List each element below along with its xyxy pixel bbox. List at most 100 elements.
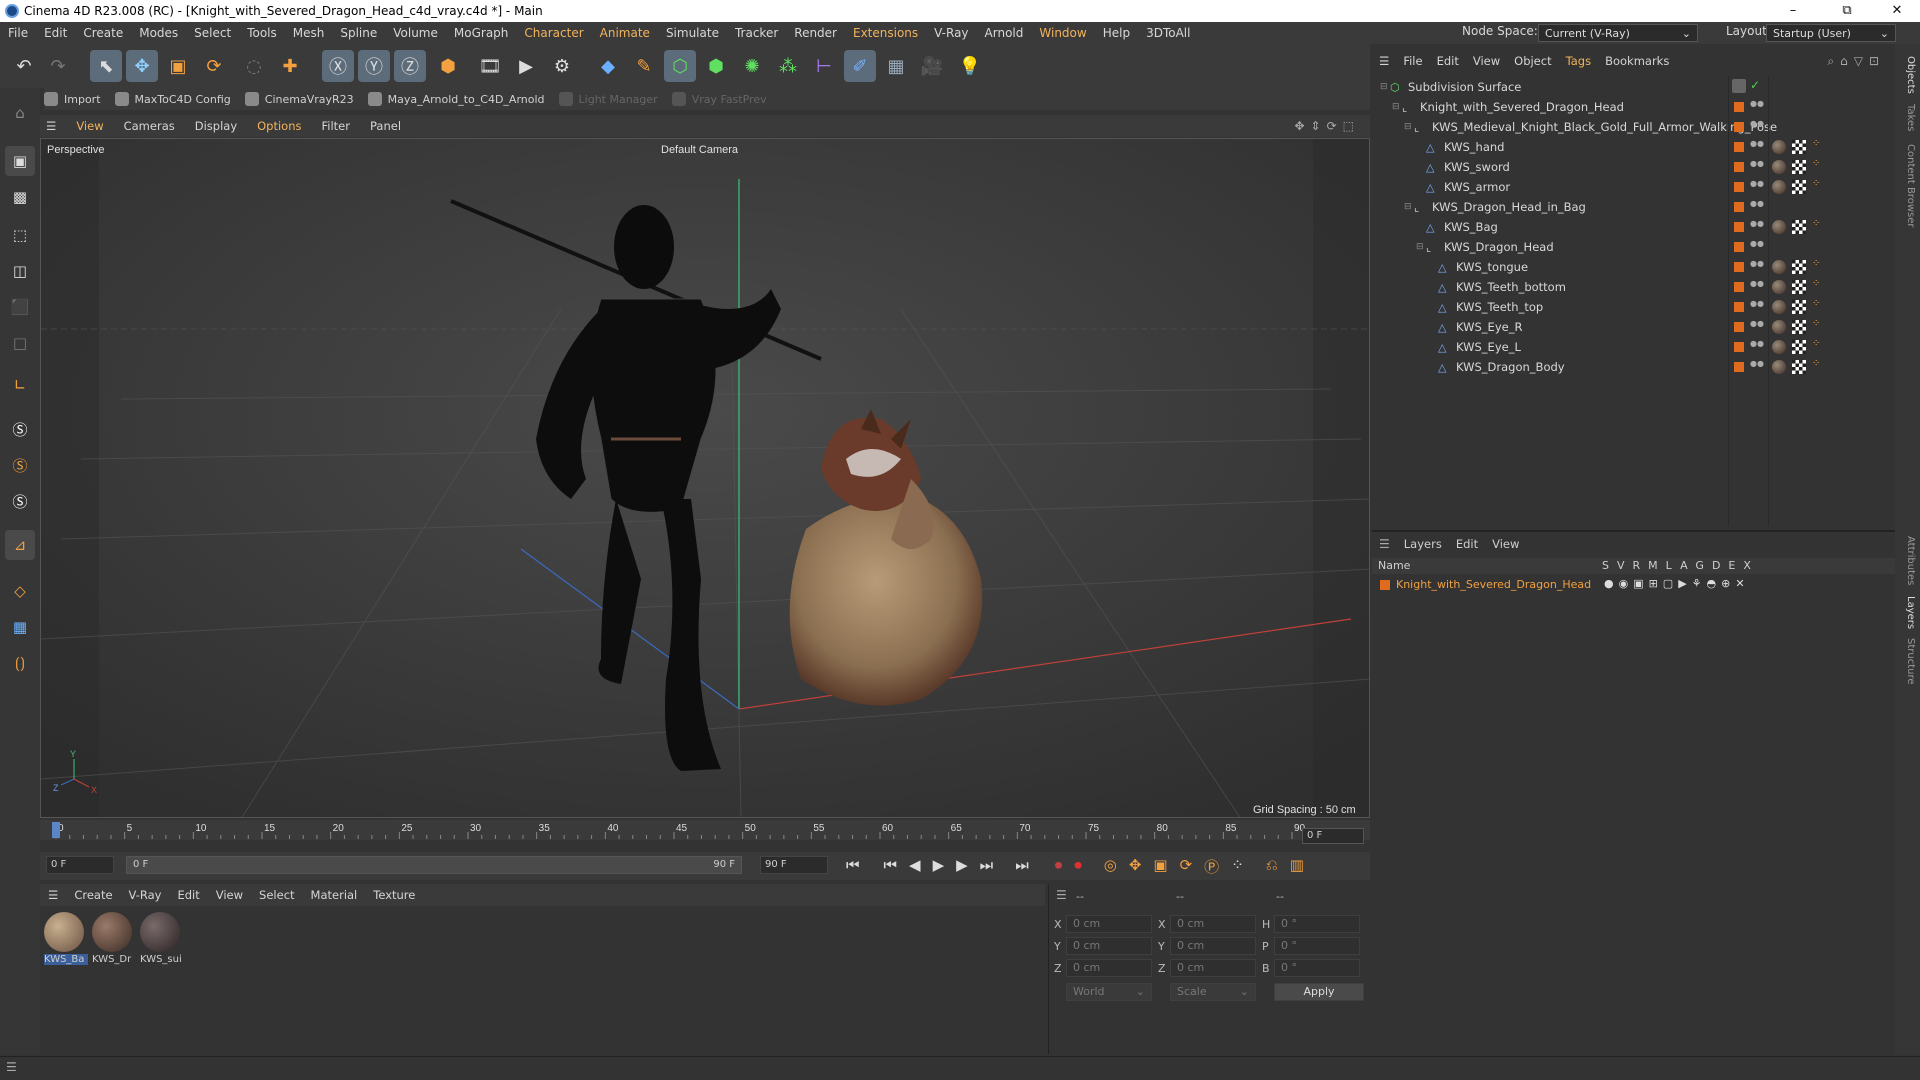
mat-menu-select[interactable]: Select	[251, 888, 302, 902]
viewport-nav-icons[interactable]: ✥⇕⟳⬚	[1294, 119, 1360, 133]
obj-menu-tags[interactable]: Tags	[1559, 54, 1598, 68]
layer-flag-header[interactable]: V	[1617, 559, 1633, 572]
z-axis-lock-icon[interactable]: Ⓩ	[394, 50, 426, 82]
texture-tag-icon[interactable]	[1792, 280, 1806, 294]
points-mode-icon[interactable]: ⬚	[5, 220, 35, 250]
restore-button[interactable]: ⧉	[1824, 0, 1870, 22]
3d-viewport[interactable]: Perspective Default Camera Grid Spacing …	[40, 138, 1370, 818]
mat-menu-create[interactable]: Create	[66, 888, 120, 902]
phong-tag-icon[interactable]: ⁘	[1812, 178, 1820, 189]
layer-color-swatch[interactable]	[1734, 342, 1744, 352]
redo-icon[interactable]: ↷	[42, 50, 74, 82]
rotation-p-field[interactable]: 0 °	[1274, 937, 1360, 955]
menu-3dtoall[interactable]: 3DToAll	[1138, 26, 1198, 40]
obj-menu-view[interactable]: View	[1466, 54, 1507, 68]
workplane-icon[interactable]: ◇	[5, 576, 35, 606]
vp-menu-options[interactable]: Options	[247, 119, 311, 133]
import-plugin[interactable]: Import	[44, 92, 101, 106]
go-to-start-icon[interactable]: ⏮	[846, 856, 860, 876]
vray-fastprev-plugin[interactable]: Vray FastPrev	[671, 92, 767, 106]
tab-objects[interactable]: Objects	[1898, 56, 1916, 94]
layer-menu-view[interactable]: View	[1485, 537, 1526, 551]
menu-select[interactable]: Select	[186, 26, 239, 40]
menu-mesh[interactable]: Mesh	[285, 26, 333, 40]
layer-flag-header[interactable]: M	[1648, 559, 1666, 572]
size-mode-dropdown[interactable]: Scale ⌄	[1170, 983, 1256, 1001]
layer-flag-header[interactable]: L	[1666, 559, 1680, 572]
edges-mode-icon[interactable]: ◫	[5, 256, 35, 286]
key-position-icon[interactable]: ✥	[1129, 856, 1142, 876]
menu-render[interactable]: Render	[786, 26, 845, 40]
hamburger-icon[interactable]: ☰	[1372, 537, 1397, 551]
deformer-icon[interactable]: ⁂	[772, 50, 804, 82]
start-frame-field[interactable]: 0 F	[46, 856, 114, 874]
menu-window[interactable]: Window	[1031, 26, 1094, 40]
select-tool-icon[interactable]: ⬉	[90, 50, 122, 82]
check-icon[interactable]: ✓	[1750, 78, 1760, 92]
layer-flag-header[interactable]: X	[1743, 559, 1759, 572]
solo-off-icon[interactable]: Ⓢ	[5, 486, 35, 516]
uv-mode-icon[interactable]: □	[5, 328, 35, 358]
keyframe-selection-icon[interactable]: ◎	[1104, 856, 1117, 876]
layer-flag-header[interactable]: R	[1633, 559, 1649, 572]
menu-simulate[interactable]: Simulate	[658, 26, 727, 40]
layer-color-swatch[interactable]	[1734, 282, 1744, 292]
material-tag-icon[interactable]	[1772, 220, 1786, 234]
layer-color-swatch[interactable]	[1734, 362, 1744, 372]
mat-menu-vray[interactable]: V-Ray	[121, 888, 170, 902]
create-object-icon[interactable]: ✚	[274, 50, 306, 82]
menu-arnold[interactable]: Arnold	[977, 26, 1032, 40]
size-x-field[interactable]: 0 cm	[1170, 915, 1256, 933]
tab-attributes[interactable]: Attributes	[1898, 536, 1916, 585]
current-frame-field[interactable]: 0 F	[1302, 828, 1364, 844]
key-scale-icon[interactable]: ▣	[1153, 856, 1167, 876]
live-select-icon[interactable]: ◌	[238, 50, 270, 82]
layer-menu-edit[interactable]: Edit	[1449, 537, 1485, 551]
layer-color-swatch[interactable]	[1734, 142, 1744, 152]
frame-range-slider[interactable]: 0 F 90 F	[126, 856, 742, 874]
light-manager-plugin[interactable]: Light Manager	[558, 92, 658, 106]
object-row[interactable]: ⊟ ⬡ Subdivision Surface	[1372, 77, 1872, 97]
material-swatch[interactable]: KWS_Ba	[44, 912, 88, 970]
visibility-dots-icon[interactable]: ●●	[1750, 180, 1764, 194]
timeline-ruler[interactable]: 0 5 10 15 20 25 30 35 40 45 50 55 60 65 70 75 80 85 90	[40, 820, 1370, 840]
material-tag-icon[interactable]	[1772, 180, 1786, 194]
visibility-dots-icon[interactable]: ●●	[1750, 120, 1764, 134]
rotation-b-field[interactable]: 0 °	[1274, 959, 1360, 977]
render-view-icon[interactable]: ▶	[510, 50, 542, 82]
visibility-dots-icon[interactable]: ●●	[1750, 320, 1764, 334]
hamburger-icon[interactable]: ☰	[1056, 888, 1067, 902]
maxtoc4d-plugin[interactable]: MaxToC4D Config	[114, 92, 231, 106]
texture-tag-icon[interactable]	[1792, 260, 1806, 274]
axis-mode-icon[interactable]: ∟	[5, 370, 35, 400]
layer-color-swatch[interactable]	[1734, 262, 1744, 272]
timeline-window-icon[interactable]: ▥	[1290, 856, 1304, 876]
layer-color-swatch[interactable]	[1734, 122, 1744, 132]
scale-tool-icon[interactable]: ▣	[162, 50, 194, 82]
undo-icon[interactable]: ↶	[8, 50, 40, 82]
menu-mograph[interactable]: MoGraph	[446, 26, 517, 40]
phong-tag-icon[interactable]: ⁘	[1812, 298, 1820, 309]
minimize-button[interactable]: –	[1770, 0, 1816, 22]
menu-edit[interactable]: Edit	[36, 26, 75, 40]
close-button[interactable]: ✕	[1874, 0, 1920, 22]
vp-menu-panel[interactable]: Panel	[360, 119, 411, 133]
menu-tools[interactable]: Tools	[239, 26, 285, 40]
texture-tag-icon[interactable]	[1792, 300, 1806, 314]
expand-toggle-icon[interactable]: ⊟	[1392, 102, 1402, 112]
object-manager-tools-icons[interactable]: ⌕⌂▽⊡	[1827, 54, 1885, 69]
mograph-cloner-icon[interactable]: ✺	[736, 50, 768, 82]
locked-workplane-icon[interactable]: ⟮⟯	[5, 648, 35, 678]
object-row[interactable]: ⊟ ⌞ Knight_with_Severed_Dragon_Head	[1372, 97, 1872, 117]
menu-help[interactable]: Help	[1095, 26, 1138, 40]
position-y-field[interactable]: 0 cm	[1066, 937, 1152, 955]
visibility-dots-icon[interactable]: ●●	[1750, 100, 1764, 114]
phong-tag-icon[interactable]: ⁘	[1812, 158, 1820, 169]
texture-tag-icon[interactable]	[1792, 180, 1806, 194]
vp-menu-filter[interactable]: Filter	[312, 119, 360, 133]
layer-flag-header[interactable]: A	[1680, 559, 1695, 572]
playhead[interactable]	[52, 822, 60, 838]
phong-tag-icon[interactable]: ⁘	[1812, 258, 1820, 269]
layer-color-swatch[interactable]	[1734, 302, 1744, 312]
object-row[interactable]: ⊟ ⌞ KWS_Dragon_Head_in_Bag	[1372, 197, 1872, 217]
